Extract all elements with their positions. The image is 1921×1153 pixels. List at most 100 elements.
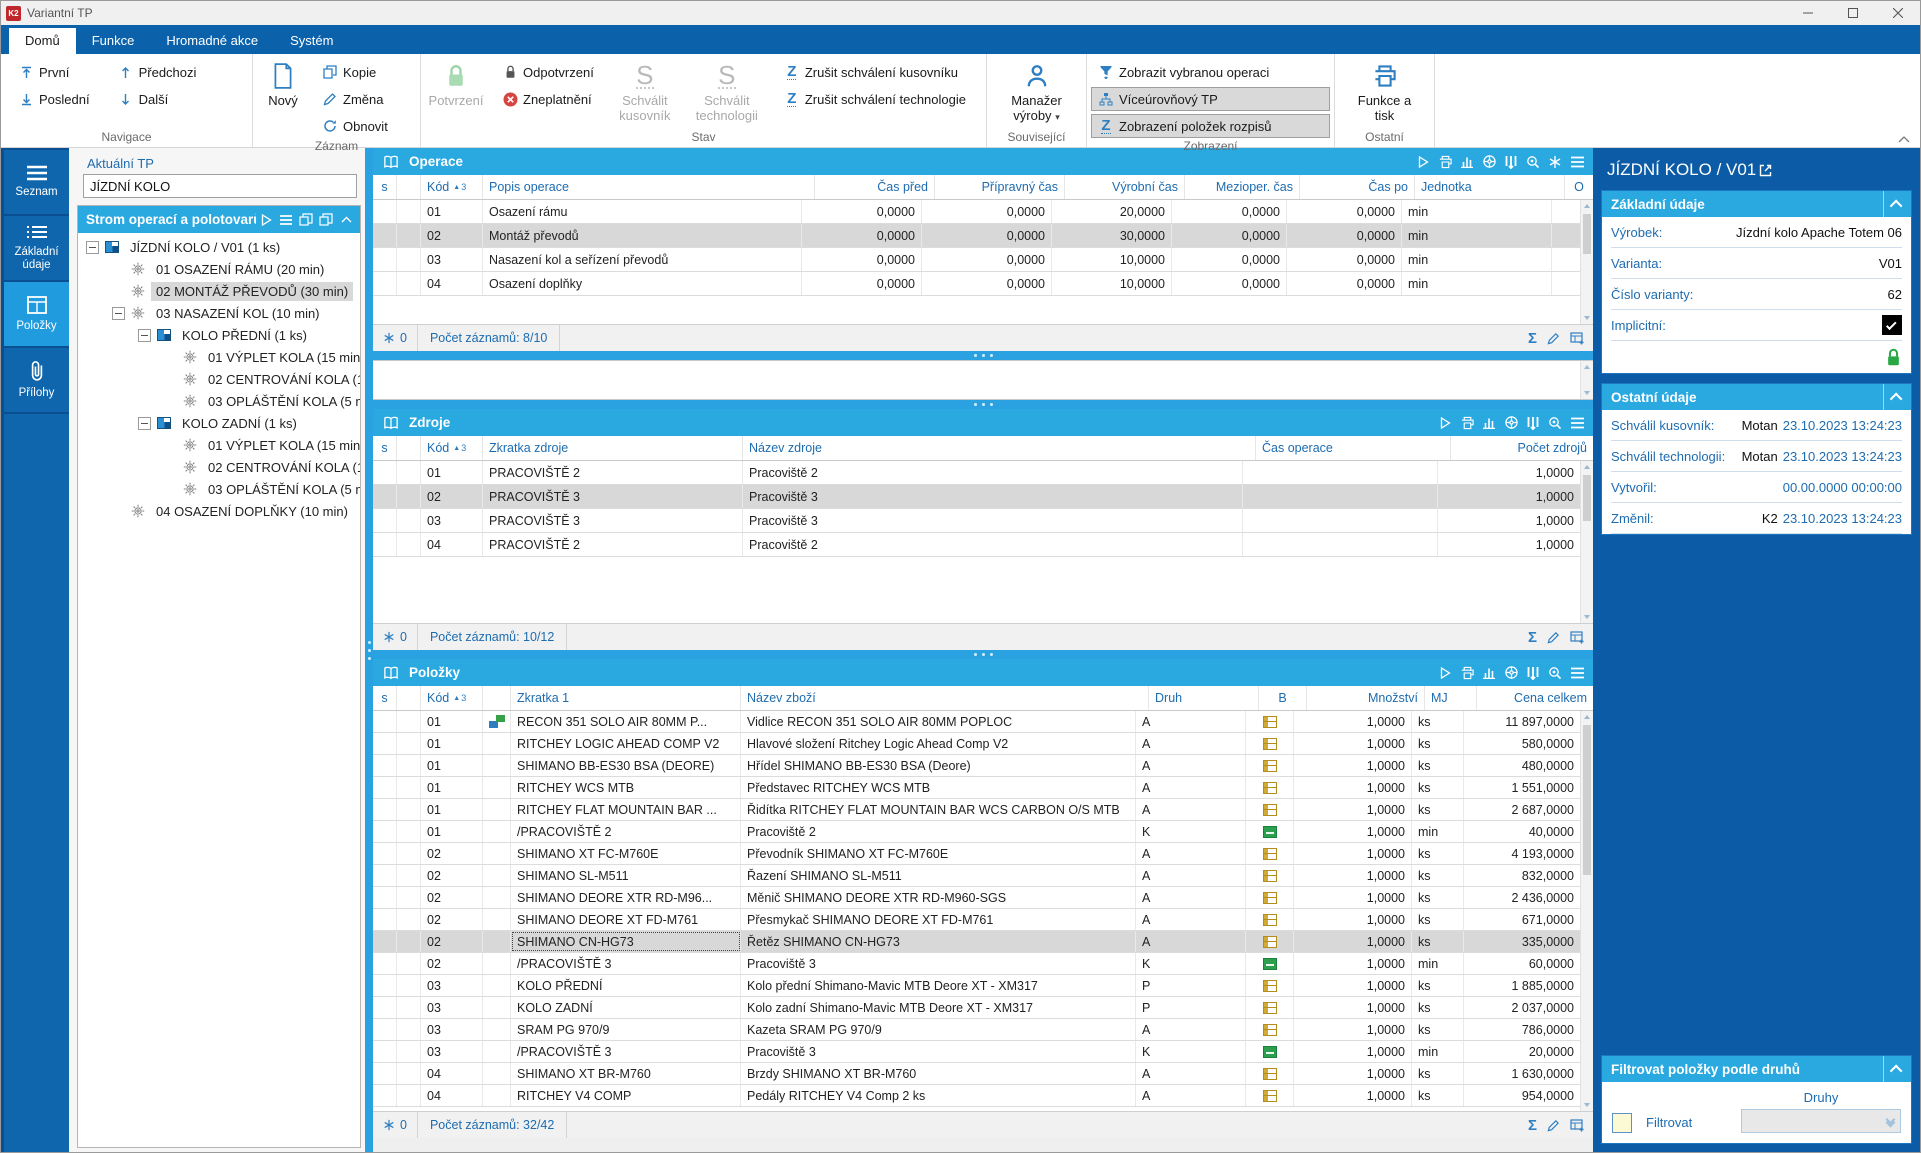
zdroje-row[interactable]: 01 PRACOVIŠTĚ 2 Pracoviště 2 1,0000 (373, 461, 1580, 485)
tree-item[interactable]: 03 OPLÁŠTĚNÍ KOLA (5 min) (78, 478, 360, 500)
play-icon[interactable] (1435, 663, 1455, 683)
tree-expander[interactable] (86, 241, 99, 254)
col-nazev-zdroje[interactable]: Název zdroje (743, 436, 1256, 460)
operace-row[interactable]: 01 Osazení rámu 0,0000 0,0000 20,0000 0,… (373, 200, 1580, 224)
chart-icon[interactable] (1457, 152, 1477, 172)
polozky-row[interactable]: 03 KOLO ZADNÍ Kolo zadní Shimano-Mavic M… (373, 997, 1580, 1019)
tree-item[interactable]: KOLO PŘEDNÍ (1 ks) (78, 324, 360, 346)
change-button[interactable]: Změna (315, 87, 395, 111)
current-tp-input[interactable] (83, 174, 357, 198)
col-icon[interactable] (397, 175, 421, 199)
polozky-row[interactable]: 01 RITCHEY FLAT MOUNTAIN BAR ... Řidítka… (373, 799, 1580, 821)
zdroje-row[interactable]: 04 PRACOVIŠTĚ 2 Pracoviště 2 1,0000 (373, 533, 1580, 557)
polozky-row[interactable]: 01 /PRACOVIŠTĚ 2 Pracoviště 2 K 1,0000 m… (373, 821, 1580, 843)
col-popis-operace[interactable]: Popis operace (483, 175, 815, 199)
tree-expander[interactable] (164, 395, 177, 408)
tree-expander[interactable] (138, 417, 151, 430)
tab-domu[interactable]: Domů (9, 28, 76, 54)
invalidate-button[interactable]: Zneplatnění (495, 87, 601, 111)
filtrovat-checkbox[interactable] (1612, 1113, 1632, 1133)
zoom-gear-icon[interactable] (1523, 152, 1543, 172)
col-variant[interactable] (483, 686, 511, 710)
polozky-row[interactable]: 02 /PRACOVIŠTĚ 3 Pracoviště 3 K 1,0000 m… (373, 953, 1580, 975)
grid-add-icon[interactable] (1570, 631, 1585, 644)
col-nazev-zbozi[interactable]: Název zboží (741, 686, 1149, 710)
operace-row[interactable]: 02 Montáž převodů 0,0000 0,0000 30,0000 … (373, 224, 1580, 248)
show-bom-items-button[interactable]: ZZobrazení položek rozpisů (1091, 114, 1330, 138)
zoom-gear-icon[interactable] (1545, 663, 1565, 683)
polozky-row[interactable]: 01 RITCHEY LOGIC AHEAD COMP V2 Hlavové s… (373, 733, 1580, 755)
col-s[interactable]: s (373, 436, 397, 460)
sidebar-item-seznam[interactable]: Seznam (4, 150, 69, 214)
collapse-chevron-icon[interactable] (336, 210, 356, 230)
wheel-icon[interactable] (1479, 152, 1499, 172)
col-s[interactable]: s (373, 175, 397, 199)
tab-system[interactable]: Systém (274, 28, 349, 54)
polozky-row[interactable]: 02 SHIMANO XT FC-M760E Převodník SHIMANO… (373, 843, 1580, 865)
polozky-row[interactable]: 01 RECON 351 SOLO AIR 80MM P... Vidlice … (373, 711, 1580, 733)
new-button[interactable]: Nový (257, 58, 309, 112)
polozky-row[interactable]: 03 KOLO PŘEDNÍ Kolo přední Shimano-Mavic… (373, 975, 1580, 997)
col-mnozstvi[interactable]: Množství (1307, 686, 1425, 710)
tree-item[interactable]: 02 MONTÁŽ PŘEVODŮ (30 min) (78, 280, 360, 302)
confirm-button[interactable]: Potvrzení (425, 58, 487, 112)
col-o[interactable]: O (1565, 175, 1593, 199)
col-cas-operace[interactable]: Čas operace (1256, 436, 1451, 460)
col-kod[interactable]: Kód▲3 (421, 436, 483, 460)
chart-icon[interactable] (1479, 413, 1499, 433)
polozky-row[interactable]: 02 SHIMANO SL-M511 Řazení SHIMANO SL-M51… (373, 865, 1580, 887)
snowflake-icon[interactable] (1545, 152, 1565, 172)
play-icon[interactable] (1435, 413, 1455, 433)
horizontal-splitter[interactable] (373, 351, 1593, 360)
tree-item[interactable]: 02 CENTROVÁNÍ KOLA (10 min) (78, 368, 360, 390)
edit-icon[interactable] (1547, 631, 1560, 644)
col-zkratka-zdroje[interactable]: Zkratka zdroje (483, 436, 743, 460)
hamburger-icon[interactable] (1567, 152, 1587, 172)
tree-expander[interactable] (164, 483, 177, 496)
polozky-row[interactable]: 03 /PRACOVIŠTĚ 3 Pracoviště 3 K 1,0000 m… (373, 1041, 1580, 1063)
collapse-chevron-icon[interactable] (1883, 384, 1911, 410)
horizontal-splitter[interactable] (373, 650, 1593, 659)
sidebar-item-prilohy[interactable]: Přílohy (4, 348, 69, 412)
sidebar-item-polozky[interactable]: Položky (4, 282, 69, 346)
zdroje-scrollbar[interactable] (1580, 461, 1593, 623)
multilevel-tp-button[interactable]: Víceúrovňový TP (1091, 87, 1330, 111)
previous-button[interactable]: Předchozi (111, 60, 204, 84)
polozky-row[interactable]: 01 RITCHEY WCS MTB Představec RITCHEY WC… (373, 777, 1580, 799)
tree-item[interactable]: 01 VÝPLET KOLA (15 min) (78, 346, 360, 368)
tree-expander[interactable] (164, 461, 177, 474)
hamburger-icon[interactable] (1567, 663, 1587, 683)
col-vyrobni-cas[interactable]: Výrobní čas (1065, 175, 1185, 199)
tab-funkce[interactable]: Funkce (76, 28, 151, 54)
edit-icon[interactable] (1547, 332, 1560, 345)
col-cas-pred[interactable]: Čas před (815, 175, 935, 199)
horizontal-splitter[interactable] (373, 400, 1593, 409)
zdroje-row[interactable]: 03 PRACOVIŠTĚ 3 Pracoviště 3 1,0000 (373, 509, 1580, 533)
unconfirm-button[interactable]: Odpotvrzení (495, 60, 601, 84)
columns-icon[interactable] (1523, 413, 1543, 433)
grid-add-icon[interactable] (1570, 1119, 1585, 1132)
cancel-approve-tech-button[interactable]: ZZrušit schválení technologie (777, 87, 973, 111)
ribbon-collapse-button[interactable] (1898, 135, 1910, 143)
show-selected-operation-button[interactable]: Zobrazit vybranou operaci (1091, 60, 1330, 84)
zoom-gear-icon[interactable] (1545, 413, 1565, 433)
close-button[interactable] (1875, 1, 1920, 25)
minimize-button[interactable] (1785, 1, 1830, 25)
col-b[interactable]: B (1259, 686, 1307, 710)
tree-expander[interactable] (164, 439, 177, 452)
polozky-row[interactable]: 02 SHIMANO DEORE XTR RD-M96... Měnič SHI… (373, 887, 1580, 909)
polozky-row[interactable]: 04 SHIMANO XT BR-M760 Brzdy SHIMANO XT B… (373, 1063, 1580, 1085)
col-zkratka-1[interactable]: Zkratka 1 (511, 686, 741, 710)
next-button[interactable]: Další (111, 87, 204, 111)
tree-item[interactable]: 04 OSAZENÍ DOPLŇKY (10 min) (78, 500, 360, 522)
polozky-scrollbar[interactable] (1580, 711, 1593, 1111)
play-icon[interactable] (1413, 152, 1433, 172)
menu-lines-icon[interactable] (276, 210, 296, 230)
tree-expander[interactable] (164, 373, 177, 386)
vertical-splitter[interactable] (365, 148, 373, 1152)
operace-scrollbar[interactable] (1580, 200, 1593, 324)
tree-item[interactable]: 01 OSAZENÍ RÁMU (20 min) (78, 258, 360, 280)
edit-icon[interactable] (1547, 1119, 1560, 1132)
maximize-button[interactable] (1830, 1, 1875, 25)
col-mj[interactable]: MJ (1425, 686, 1477, 710)
